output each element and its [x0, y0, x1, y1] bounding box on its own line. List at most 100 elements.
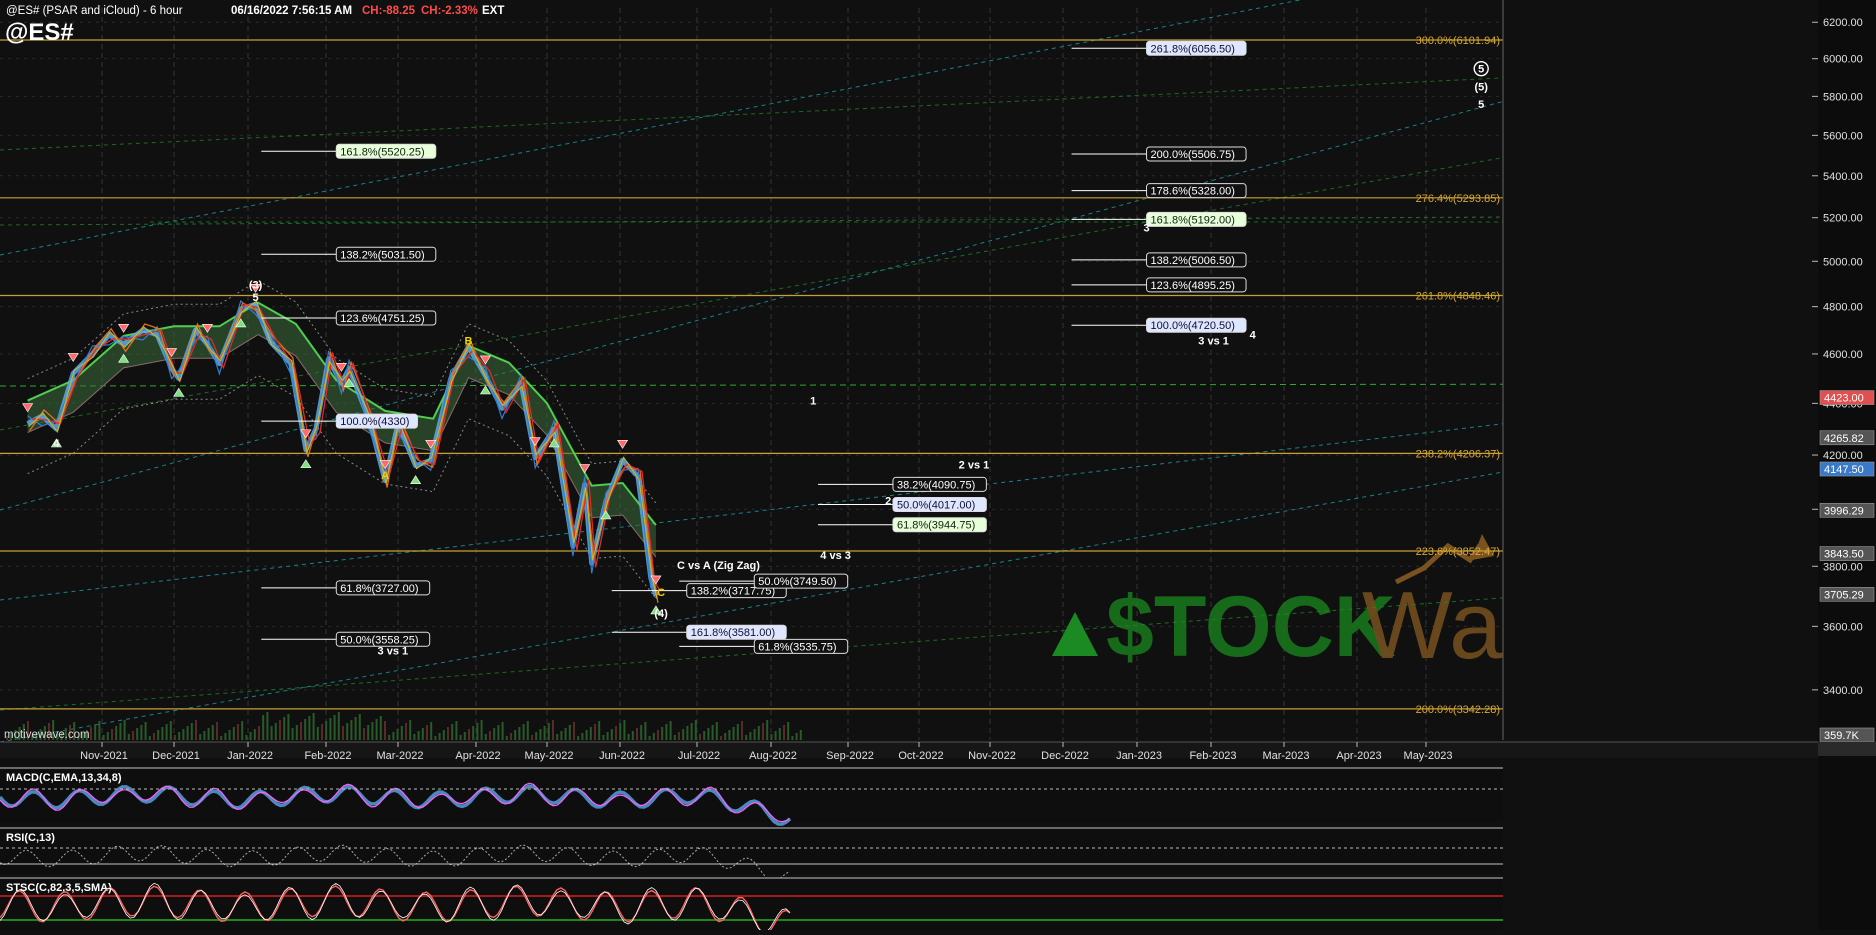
fib-box-label: 38.2%(4090.75) [897, 479, 975, 491]
volume-bar [451, 724, 454, 740]
volume-bar [283, 717, 286, 740]
volume-bar [568, 725, 571, 740]
y-tick-label: 3600.00 [1823, 621, 1863, 633]
volume-bar [417, 731, 420, 740]
fib-box-label: 61.8%(3727.00) [340, 583, 418, 595]
y-tick-label: 5000.00 [1823, 256, 1863, 268]
volume-bar [321, 724, 323, 740]
volume-bar [644, 722, 647, 740]
fib-box-label: 61.8%(3944.75) [897, 520, 975, 532]
volume-bar [211, 725, 214, 740]
volume-bar [228, 730, 231, 740]
volume-bar [606, 732, 609, 740]
volume-bar [661, 727, 664, 740]
volume-bar [232, 727, 235, 740]
fib-extension-label: 276.4%(5293.85) [1416, 193, 1500, 205]
x-tick-label: Nov-2022 [968, 750, 1016, 762]
volume-bar [358, 714, 361, 740]
volume-bar [745, 735, 748, 740]
price-tag-label: 3996.29 [1824, 505, 1864, 517]
volume-bar [291, 728, 294, 740]
volume-bar [715, 722, 718, 740]
volume-bar [640, 725, 643, 740]
y-tick-label: 6000.00 [1823, 54, 1863, 66]
volume-bar [686, 726, 689, 740]
volume-bar [619, 723, 622, 740]
volume-bar [741, 721, 743, 740]
fib-extension-label: 300.0%(6101.94) [1416, 35, 1500, 47]
volume-bar [518, 727, 521, 740]
x-tick-label: Feb-2022 [304, 750, 351, 762]
volume-bar [497, 725, 500, 740]
volume-bar [388, 735, 391, 740]
volume-bar [295, 725, 298, 740]
chart-window[interactable]: $TOCKWaves™(c) Zachary Mannes 2022 300.0… [0, 0, 1876, 935]
fib-box-label: 138.2%(5006.50) [1151, 255, 1235, 267]
x-tick-label: Dec-2022 [1041, 750, 1089, 762]
volume-bar [367, 725, 370, 740]
volume-bar [136, 728, 139, 740]
volume-bar [426, 725, 428, 740]
volume-bar [182, 729, 185, 740]
volume-bar [594, 724, 596, 740]
volume-bar [430, 722, 433, 740]
volume-bar [245, 735, 248, 740]
volume-bar [778, 728, 781, 740]
volume-bar [132, 731, 134, 740]
volume-bar [610, 729, 613, 740]
volume-bar [598, 721, 601, 740]
volume-bar [510, 733, 512, 740]
x-tick-label: Aug-2022 [749, 750, 797, 762]
change-abs: CH:-88.25 [362, 5, 416, 17]
price-chart[interactable]: $TOCKWaves™(c) Zachary Mannes 2022 300.0… [0, 0, 1876, 935]
y-tick-label: 5600.00 [1823, 130, 1863, 142]
volume-bar [434, 736, 437, 740]
y-tick-label: 6200.00 [1823, 17, 1863, 29]
volume-bar [421, 728, 424, 740]
source-watermark: motivewave.com [4, 729, 90, 741]
volume-bar [119, 723, 122, 740]
volume-bar [484, 734, 487, 740]
volume-bar [123, 720, 126, 740]
wave-label: 5 [1478, 64, 1484, 76]
symbol-line: @ES# (PSAR and iCloud) - 6 hour [6, 5, 183, 17]
volume-bar [186, 726, 189, 740]
volume-bar [577, 736, 580, 740]
volume-bar [447, 727, 449, 740]
wave-label: 1 [810, 396, 816, 408]
price-tag-label: 4265.82 [1824, 433, 1864, 445]
volume-bar [316, 727, 319, 740]
volume-bar [669, 721, 672, 740]
fib-box-label: 123.6%(4751.25) [340, 313, 424, 325]
volume-bar [304, 719, 307, 740]
volume-bar [564, 728, 567, 740]
volume-bar [438, 733, 441, 740]
volume-bar [148, 736, 151, 740]
volume-bar [795, 733, 798, 740]
wave-label: 2 vs 1 [959, 459, 990, 471]
volume-bar [409, 720, 412, 740]
wave-label: (3) [249, 279, 263, 291]
volume-bar [396, 729, 399, 740]
volume-bar [673, 735, 676, 740]
volume-bar [489, 731, 491, 740]
volume-bar [363, 728, 365, 740]
volume-bar [627, 734, 630, 740]
x-tick-label: Oct-2022 [898, 750, 943, 762]
volume-bar [115, 726, 118, 740]
fib-box-label: 161.8%(5520.25) [340, 146, 424, 158]
fib-box-label: 261.8%(6056.50) [1151, 43, 1235, 55]
volume-bar [413, 734, 416, 740]
fib-extension-label: 261.8%(4848.46) [1416, 290, 1500, 302]
volume-bar [94, 724, 97, 740]
fib-extension-label: 200.0%(3342.28) [1416, 704, 1500, 716]
y-tick-label: 4200.00 [1823, 450, 1863, 462]
x-tick-label: Dec-2021 [152, 750, 200, 762]
volume-bar [657, 730, 659, 740]
volume-bar [728, 730, 731, 740]
volume-bar [237, 724, 239, 740]
wave-label: 5 [1478, 99, 1484, 111]
wave-label: 5 [252, 292, 258, 304]
volume-bar [337, 712, 340, 740]
volume-bar [501, 722, 504, 740]
